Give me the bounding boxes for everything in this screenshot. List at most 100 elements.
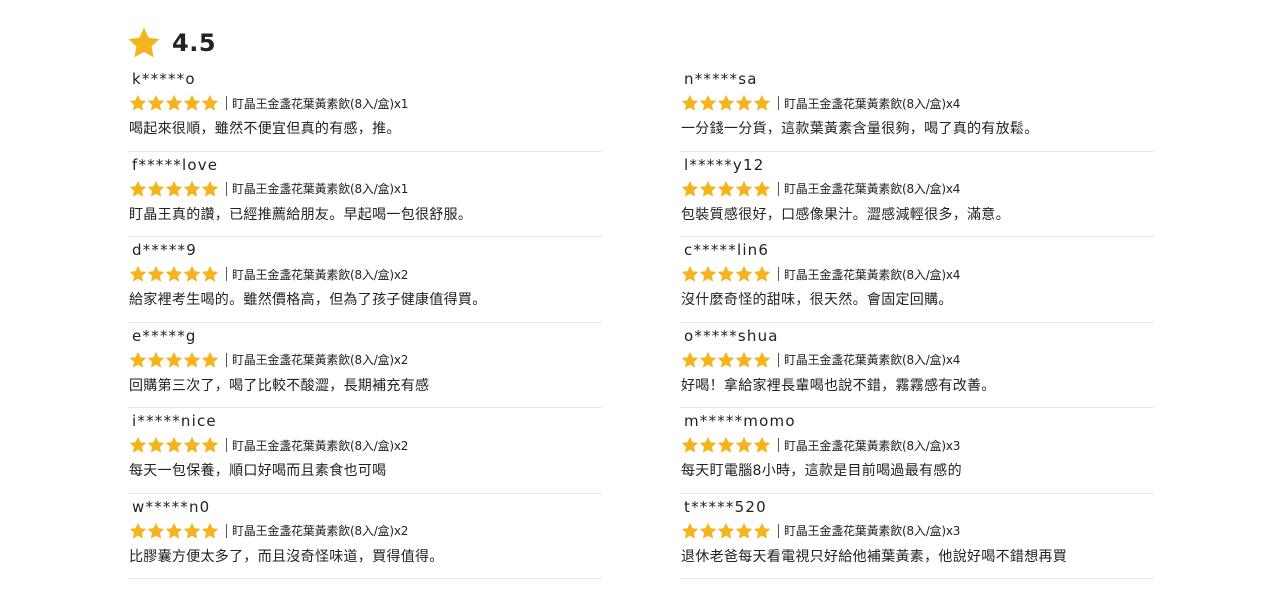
separator [226, 267, 227, 281]
star-icon [699, 522, 717, 540]
star-rating [129, 522, 219, 540]
star-icon [183, 265, 201, 283]
separator [778, 352, 779, 367]
review-comment: 回購第三次了，喝了比較不酸澀，長期補充有感 [129, 377, 430, 394]
star-icon [165, 522, 183, 540]
separator [226, 352, 227, 367]
review-meta: 盯晶王金盞花葉黃素飲(8入/盒)x2 [129, 264, 408, 284]
separator [226, 438, 227, 452]
review-item: t*****520 盯晶王金盞花葉黃素飲(8入/盒)x3 退休老爸每天看電視只好… [680, 494, 1154, 579]
reviewer-name: w*****n0 [132, 497, 211, 516]
star-icon [735, 180, 753, 198]
product-variant: 盯晶王金盞花葉黃素飲(8入/盒)x4 [784, 182, 961, 196]
review-comment: 每天一包保養，順口好喝而且素食也可喝 [129, 463, 387, 479]
star-icon [129, 265, 147, 283]
star-icon [699, 94, 717, 112]
reviewer-name: o*****shua [684, 326, 779, 345]
star-icon [681, 180, 699, 198]
star-icon [147, 265, 165, 283]
separator [778, 181, 779, 196]
reviewer-name: n*****sa [684, 70, 758, 88]
product-variant: 盯晶王金盞花葉黃素飲(8入/盒)x4 [784, 96, 961, 111]
star-icon [681, 436, 699, 454]
review-meta: 盯晶王金盞花葉黃素飲(8入/盒)x1 [129, 179, 408, 199]
star-icon [183, 94, 201, 112]
product-variant: 盯晶王金盞花葉黃素飲(8入/盒)x3 [784, 438, 961, 453]
separator [226, 96, 227, 110]
star-icon [735, 522, 753, 540]
star-icon [717, 265, 735, 283]
star-icon [681, 351, 699, 369]
reviewer-name: e*****g [132, 326, 197, 345]
separator [226, 181, 227, 196]
star-icon [681, 94, 699, 112]
star-rating [129, 351, 219, 369]
star-icon [717, 94, 735, 112]
review-meta: 盯晶王金盞花葉黃素飲(8入/盒)x4 [681, 264, 960, 284]
star-icon [201, 180, 219, 198]
review-comment: 喝起來很順，雖然不便宜但真的有感，推。 [129, 121, 401, 137]
review-meta: 盯晶王金盞花葉黃素飲(8入/盒)x4 [681, 179, 960, 199]
review-comment: 一分錢一分貨，這款葉黃素含量很夠，喝了真的有放鬆。 [681, 121, 1039, 137]
review-meta: 盯晶王金盞花葉黃素飲(8入/盒)x4 [681, 93, 960, 113]
star-rating [129, 265, 219, 283]
star-icon [183, 351, 201, 369]
separator [778, 96, 779, 110]
star-icon [147, 522, 165, 540]
star-icon [147, 180, 165, 198]
reviewer-name: l*****y12 [684, 155, 765, 174]
review-meta: 盯晶王金盞花葉黃素飲(8入/盒)x2 [129, 350, 408, 370]
reviewer-name: f*****love [132, 155, 219, 174]
review-item: e*****g 盯晶王金盞花葉黃素飲(8入/盒)x2 回購第三次了，喝了比較不酸… [128, 323, 602, 408]
product-variant: 盯晶王金盞花葉黃素飲(8入/盒)x1 [232, 182, 409, 196]
review-meta: 盯晶王金盞花葉黃素飲(8入/盒)x2 [129, 435, 408, 455]
star-rating [129, 94, 219, 112]
review-comment: 給家裡考生喝的。雖然價格高，但為了孩子健康值得買。 [129, 292, 487, 308]
star-icon [699, 265, 717, 283]
star-rating [129, 436, 219, 454]
rating-summary: 4.5 [127, 25, 216, 61]
star-rating [681, 265, 771, 283]
product-variant: 盯晶王金盞花葉黃素飲(8入/盒)x3 [784, 524, 961, 538]
star-rating [681, 180, 771, 198]
reviewer-name: t*****520 [684, 497, 767, 516]
reviewer-name: k*****o [132, 70, 196, 88]
star-icon [753, 522, 771, 540]
reviewer-name: i*****nice [132, 412, 217, 430]
review-comment: 比膠囊方便太多了，而且沒奇怪味道，買得值得。 [129, 548, 444, 565]
review-comment: 沒什麼奇怪的甜味，很天然。會固定回購。 [681, 292, 953, 308]
product-variant: 盯晶王金盞花葉黃素飲(8入/盒)x2 [232, 267, 409, 282]
star-icon [717, 436, 735, 454]
star-icon [147, 436, 165, 454]
product-variant: 盯晶王金盞花葉黃素飲(8入/盒)x4 [784, 267, 961, 282]
review-item: o*****shua 盯晶王金盞花葉黃素飲(8入/盒)x4 好喝！拿給家裡長輩喝… [680, 323, 1154, 408]
review-item: m*****momo 盯晶王金盞花葉黃素飲(8入/盒)x3 每天盯電腦8小時，這… [680, 408, 1154, 494]
separator [226, 523, 227, 538]
review-item: n*****sa 盯晶王金盞花葉黃素飲(8入/盒)x4 一分錢一分貨，這款葉黃素… [680, 66, 1154, 152]
star-rating [681, 94, 771, 112]
review-item: w*****n0 盯晶王金盞花葉黃素飲(8入/盒)x2 比膠囊方便太多了，而且沒… [128, 494, 602, 579]
star-icon [165, 351, 183, 369]
separator [778, 267, 779, 281]
star-icon [753, 94, 771, 112]
review-comment: 每天盯電腦8小時，這款是目前喝過最有感的 [681, 463, 962, 479]
star-icon [717, 351, 735, 369]
product-variant: 盯晶王金盞花葉黃素飲(8入/盒)x4 [784, 353, 961, 367]
product-variant: 盯晶王金盞花葉黃素飲(8入/盒)x2 [232, 438, 409, 453]
star-rating [681, 436, 771, 454]
star-icon [165, 180, 183, 198]
star-icon [165, 436, 183, 454]
star-icon [699, 351, 717, 369]
star-icon [201, 522, 219, 540]
review-item: c*****lin6 盯晶王金盞花葉黃素飲(8入/盒)x4 沒什麼奇怪的甜味，很… [680, 237, 1154, 323]
review-meta: 盯晶王金盞花葉黃素飲(8入/盒)x4 [681, 350, 960, 370]
star-icon [183, 180, 201, 198]
star-icon [201, 436, 219, 454]
star-icon [681, 522, 699, 540]
star-icon [735, 351, 753, 369]
star-icon [753, 180, 771, 198]
star-icon [129, 436, 147, 454]
review-meta: 盯晶王金盞花葉黃素飲(8入/盒)x3 [681, 521, 960, 541]
star-rating [681, 351, 771, 369]
average-rating: 4.5 [172, 29, 217, 57]
